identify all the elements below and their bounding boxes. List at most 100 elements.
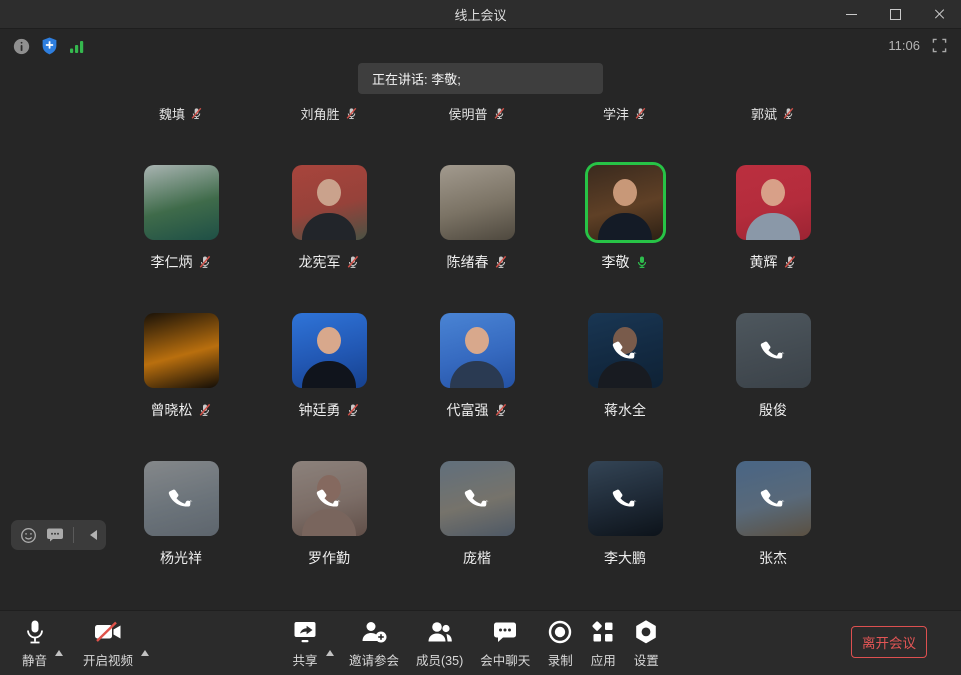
participant-name: 李仁炳 [151,252,193,272]
participant-name: 魏填 [159,104,185,123]
mic-muted-icon [634,107,647,120]
participant-video-thumbnail[interactable] [144,461,219,536]
phone-call-icon [588,313,663,388]
participant-video-thumbnail[interactable] [292,313,367,388]
members-icon [426,619,454,645]
participant-video-thumbnail[interactable] [736,461,811,536]
audio-participant[interactable]: 魏填 [107,104,255,123]
close-button[interactable] [917,0,961,28]
chat-quick-icon[interactable] [46,527,64,543]
participant-name: 龙宪军 [299,252,341,272]
leave-meeting-button[interactable]: 离开会议 [851,626,927,658]
title-bar: 线上会议 [0,0,961,29]
record-button[interactable]: 录制 [547,619,573,669]
participant-name: 罗作勤 [308,548,350,568]
fullscreen-icon[interactable] [932,38,947,53]
participant-name-row: 庞楷 [463,549,491,567]
participant-name-row: 陈绪春 [447,253,508,271]
mute-options-arrow[interactable] [55,646,63,656]
mic-muted-icon [494,403,508,417]
participant-video-thumbnail[interactable] [588,313,663,388]
chat-label: 会中聊天 [480,650,530,669]
participant-name: 郭斌 [751,104,777,123]
person-silhouette-body [302,361,356,388]
participant-name-row: 蒋水全 [604,401,646,419]
network-signal-icon[interactable] [69,39,86,54]
participant-name: 刘角胜 [300,104,339,123]
mic-muted-icon [493,107,506,120]
participant-video-thumbnail[interactable] [736,313,811,388]
participant-video-thumbnail[interactable] [440,165,515,240]
person-silhouette-body [450,361,504,388]
participant-name-row: 殷俊 [759,401,787,419]
participant-video-thumbnail[interactable] [440,313,515,388]
top-right-status: 11:06 [888,38,947,53]
audio-participant[interactable]: 郭斌 [699,104,847,123]
person-silhouette-head [465,327,489,354]
participant-name-row: 曾晓松 [151,401,212,419]
minimize-button[interactable] [829,0,873,28]
participant-video-thumbnail[interactable] [144,313,219,388]
settings-button[interactable]: 设置 [633,619,659,669]
participant-name: 曾晓松 [151,400,193,420]
apps-button[interactable]: 应用 [590,619,616,669]
participant-video-thumbnail[interactable] [736,165,811,240]
participant-tile: 张杰 [699,461,847,567]
maximize-button[interactable] [873,0,917,28]
participant-grid-row: 曾晓松 [107,313,847,419]
phone-call-icon [292,461,367,536]
person-silhouette-head [317,327,341,354]
mute-button[interactable]: 静音 [22,619,47,669]
video-options-arrow[interactable] [141,646,149,656]
audio-participant[interactable]: 学沣 [551,104,699,123]
audio-participant[interactable]: 刘角胜 [255,104,403,123]
participant-name-row: 黄辉 [750,253,797,271]
invite-label: 邀请参会 [349,650,399,669]
mic-muted-icon [782,107,795,120]
start-video-label: 开启视频 [83,650,133,669]
emoji-reaction-icon[interactable] [20,527,37,544]
camera-off-icon [92,619,124,645]
bottom-toolbar: 静音 开启视频 共享 [0,610,961,675]
participant-name: 张杰 [759,548,787,568]
participant-video-thumbnail[interactable] [292,461,367,536]
person-silhouette-body [302,213,356,240]
meeting-chat-button[interactable]: 会中聊天 [480,619,530,669]
participant-name-row: 李仁炳 [151,253,212,271]
participant-video-thumbnail[interactable] [440,461,515,536]
participant-tile: 蒋水全 [551,313,699,419]
start-video-button[interactable]: 开启视频 [83,619,133,669]
invite-button[interactable]: 邀请参会 [349,619,399,669]
mic-muted-icon [346,255,360,269]
participant-name: 蒋水全 [604,400,646,420]
participant-tile: 黄辉 [699,165,847,271]
audio-participant[interactable]: 侯明普 [403,104,551,123]
pill-divider [73,527,74,543]
participant-name: 钟廷勇 [299,400,341,420]
meeting-duration: 11:06 [888,38,920,53]
meeting-status-icons [13,37,86,55]
share-options-arrow[interactable] [326,646,334,656]
participant-grid-row: 杨光祥 [107,461,847,567]
participant-video-thumbnail[interactable] [588,461,663,536]
members-button[interactable]: 成员(35) [416,619,463,669]
participant-name-row: 罗作勤 [308,549,350,567]
person-silhouette-head [317,179,341,206]
mute-label: 静音 [22,650,47,669]
share-screen-button[interactable]: 共享 [292,619,318,669]
maximize-icon [890,9,901,20]
mic-muted-icon [190,107,203,120]
meeting-info-icon[interactable] [13,38,30,55]
settings-gear-icon [633,619,659,645]
meeting-security-shield-icon[interactable] [41,37,58,55]
participant-video-thumbnail[interactable] [292,165,367,240]
mic-active-icon [635,255,649,269]
participant-name: 庞楷 [463,548,491,568]
participant-video-thumbnail[interactable] [144,165,219,240]
participant-video-thumbnail[interactable] [588,165,663,240]
participant-name-row: 李大鹏 [604,549,646,567]
participant-name: 陈绪春 [447,252,489,272]
collapse-pill-icon[interactable] [83,530,97,540]
members-label: 成员(35) [416,650,463,669]
audio-participants-row: 魏填 刘角胜 侯明普 [107,104,847,123]
